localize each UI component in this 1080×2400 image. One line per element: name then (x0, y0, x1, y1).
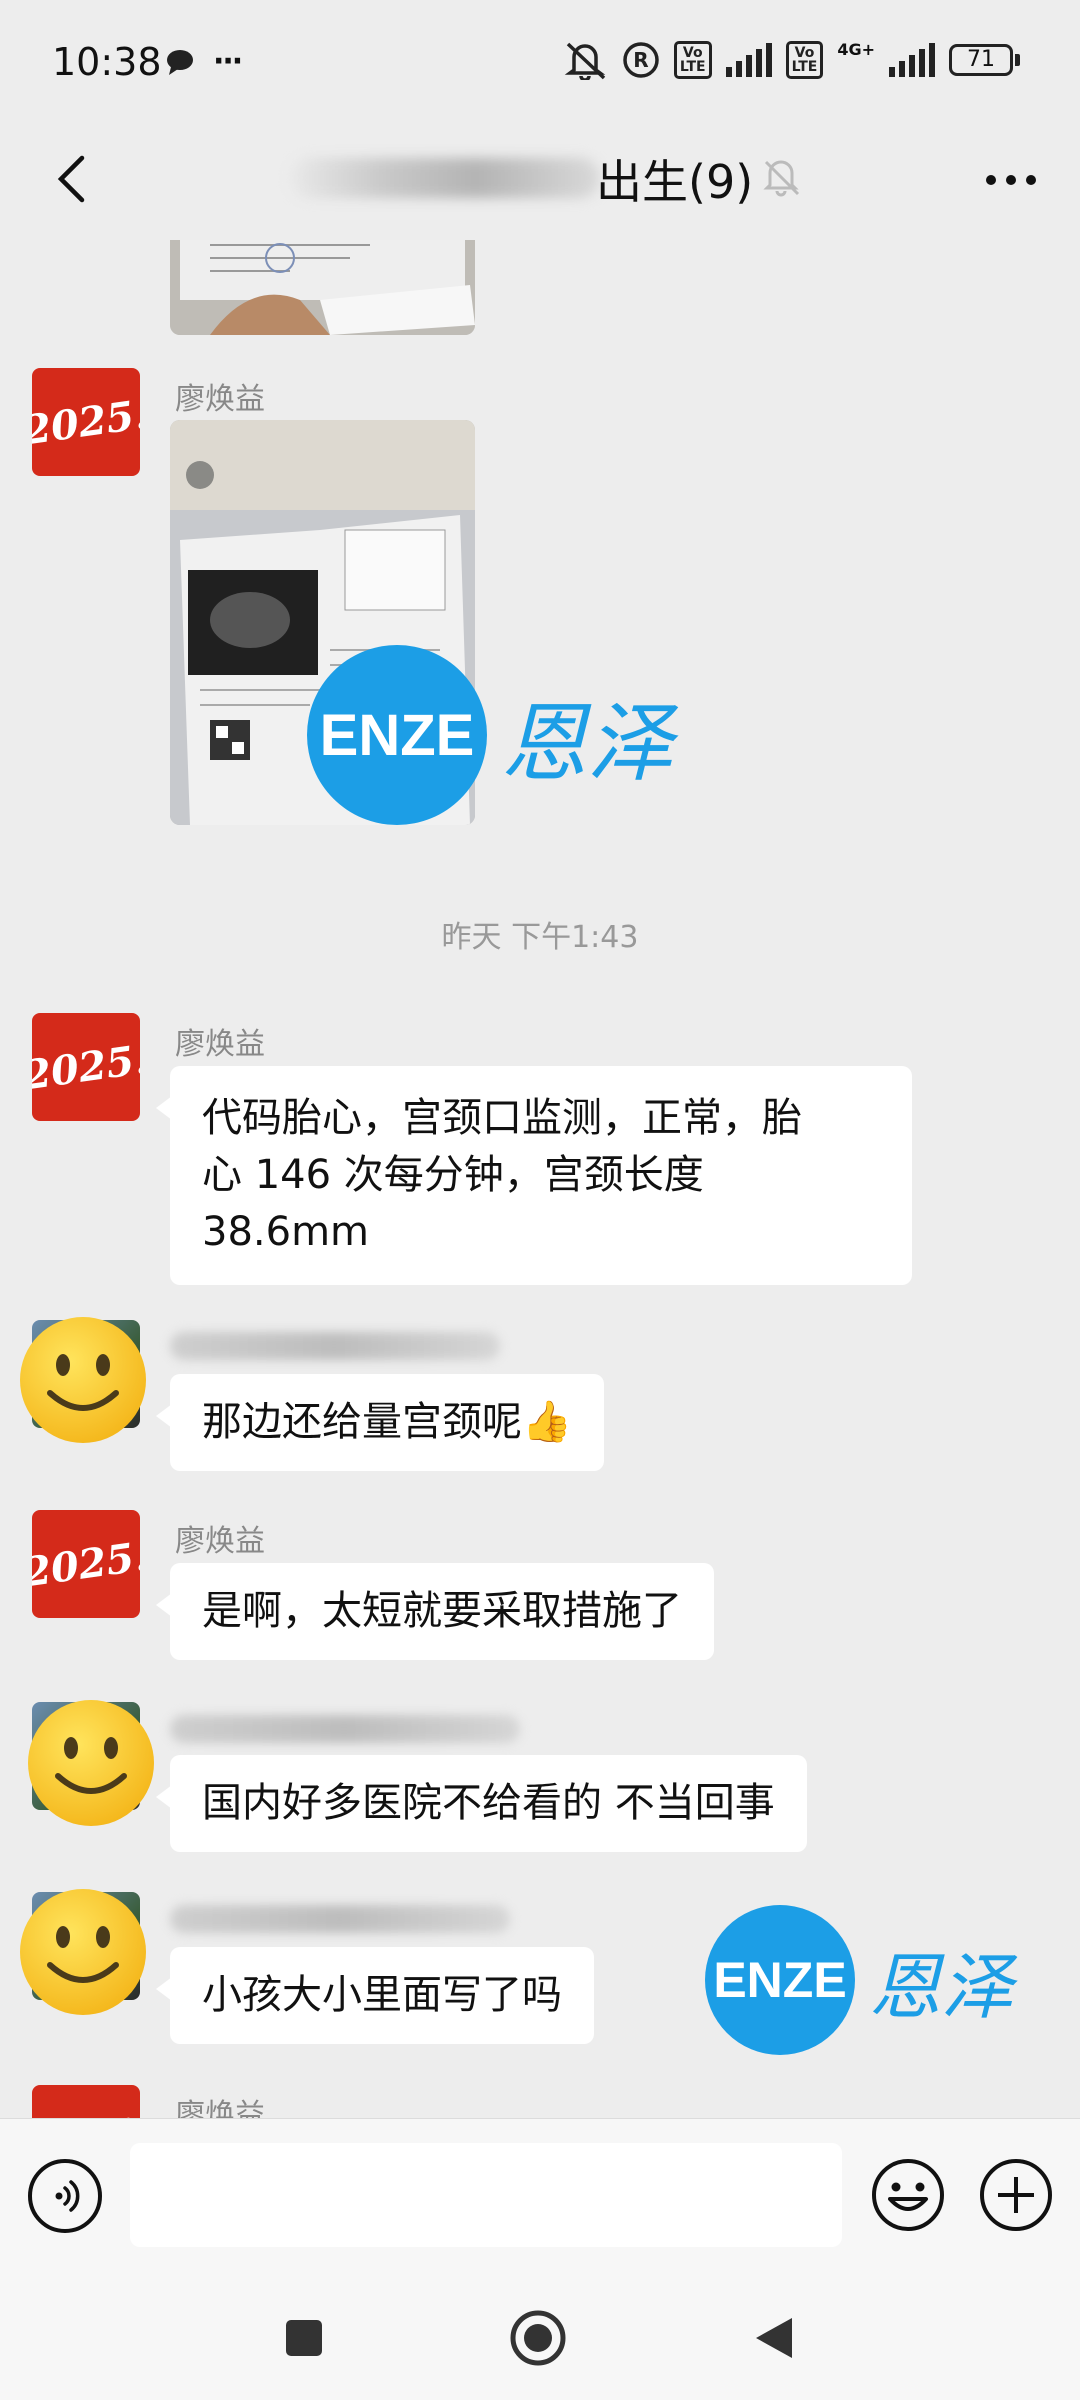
enze-logo: ENZE (307, 645, 487, 825)
message-text-line: 38.6mm (202, 1209, 369, 1255)
message-text-line: 代码胎心，宫颈口监测，正常，胎 (202, 1095, 802, 1141)
emoji-button[interactable] (870, 2157, 946, 2233)
more-dots-icon (986, 175, 1036, 185)
message-text: 国内好多医院不给看的 不当回事 (202, 1780, 775, 1826)
blurred-group-name (290, 158, 600, 198)
avatar[interactable]: 2025. (32, 1510, 140, 1618)
chat-header: 出生(9) (0, 120, 1080, 240)
status-notification-icons: ··· (165, 44, 243, 79)
signal-icon-2 (889, 43, 935, 77)
blurred-sender-name (170, 1905, 510, 1933)
message-text-line: 心 146 次每分钟，宫颈长度 (202, 1152, 704, 1198)
smiley-emoji-icon (20, 1889, 146, 2015)
recent-apps-button[interactable] (272, 2306, 336, 2370)
system-navigation-bar (0, 2274, 1080, 2400)
image-message[interactable] (170, 240, 475, 335)
square-icon (286, 2320, 322, 2356)
enze-watermark-text: 恩泽 (869, 1944, 1014, 2029)
more-functions-button[interactable] (978, 2157, 1054, 2233)
message-input-bar (0, 2118, 1080, 2274)
chat-bubble-icon (167, 49, 193, 75)
svg-text:R: R (633, 48, 648, 72)
registered-icon: R (623, 42, 659, 78)
home-button[interactable] (506, 2306, 570, 2370)
smiley-emoji-icon (20, 1317, 146, 1443)
avatar[interactable]: 2025. (32, 368, 140, 476)
status-bar: 10:38 ··· R Vo LTE Vo LTE 4G+ 71 (0, 0, 1080, 120)
voice-icon (55, 2180, 80, 2212)
avatar[interactable]: 2025. (32, 1013, 140, 1121)
volte-badge: Vo LTE (673, 41, 712, 79)
more-notifications-icon: ··· (213, 44, 243, 79)
message-text: 是啊，太短就要采取措施了 (202, 1588, 682, 1634)
message-input[interactable] (130, 2143, 842, 2247)
home-circle-icon (510, 2310, 566, 2366)
message-bubble[interactable]: 那边还给量宫颈呢👍 (156, 1374, 604, 1471)
sender-name: 廖焕益 (175, 1524, 265, 1559)
network-type: 4G+ (837, 40, 875, 59)
sender-name: 廖焕益 (175, 1027, 265, 1062)
battery-level: 71 (949, 44, 1013, 76)
sender-name: 廖焕益 (175, 2098, 265, 2118)
status-time: 10:38 (52, 40, 162, 84)
mute-icon (564, 42, 606, 80)
message-timestamp: 昨天 下午1:43 (441, 920, 639, 955)
message-bubble[interactable]: 国内好多医院不给看的 不当回事 (156, 1755, 807, 1852)
blurred-sender-name (170, 1332, 500, 1360)
volte-badge-2: Vo LTE (785, 41, 824, 79)
back-nav-button[interactable] (742, 2306, 806, 2370)
triangle-back-icon (756, 2318, 792, 2358)
message-bubble[interactable]: 是啊，太短就要采取措施了 (156, 1563, 714, 1660)
message-text: 那边还给量宫颈呢👍 (202, 1399, 572, 1445)
signal-icon (725, 43, 772, 77)
blurred-sender-name (170, 1715, 520, 1743)
enze-watermark: ENZE 恩泽 (705, 1905, 1013, 2055)
battery-icon: 71 (949, 44, 1020, 76)
document-photo-image (170, 240, 475, 335)
chevron-left-icon (57, 155, 85, 203)
more-options-button[interactable] (976, 150, 1046, 210)
muted-bell-icon (763, 160, 800, 197)
chat-title: 出生(9) (596, 155, 754, 209)
enze-logo: ENZE (705, 1905, 855, 2055)
chat-message-list[interactable]: 2025. 廖焕益 ENZE 恩泽 昨天 下午1:43 2025. 廖焕益 代码… (0, 240, 1080, 2118)
avatar[interactable]: 2025. (32, 2085, 140, 2118)
smiley-emoji-icon (28, 1700, 154, 1826)
enze-watermark: ENZE 恩泽 (307, 645, 673, 825)
message-bubble[interactable]: 小孩大小里面写了吗 (156, 1947, 594, 2044)
enze-watermark-text: 恩泽 (501, 693, 673, 794)
sender-name: 廖焕益 (175, 382, 265, 417)
status-system-icons: R Vo LTE Vo LTE 4G+ 71 (562, 40, 1020, 80)
message-bubble[interactable]: 代码胎心，宫颈口监测，正常，胎 心 146 次每分钟，宫颈长度 38.6mm (156, 1066, 912, 1285)
voice-input-button[interactable] (28, 2159, 102, 2233)
message-text: 小孩大小里面写了吗 (202, 1972, 562, 2018)
back-button[interactable] (36, 144, 106, 214)
